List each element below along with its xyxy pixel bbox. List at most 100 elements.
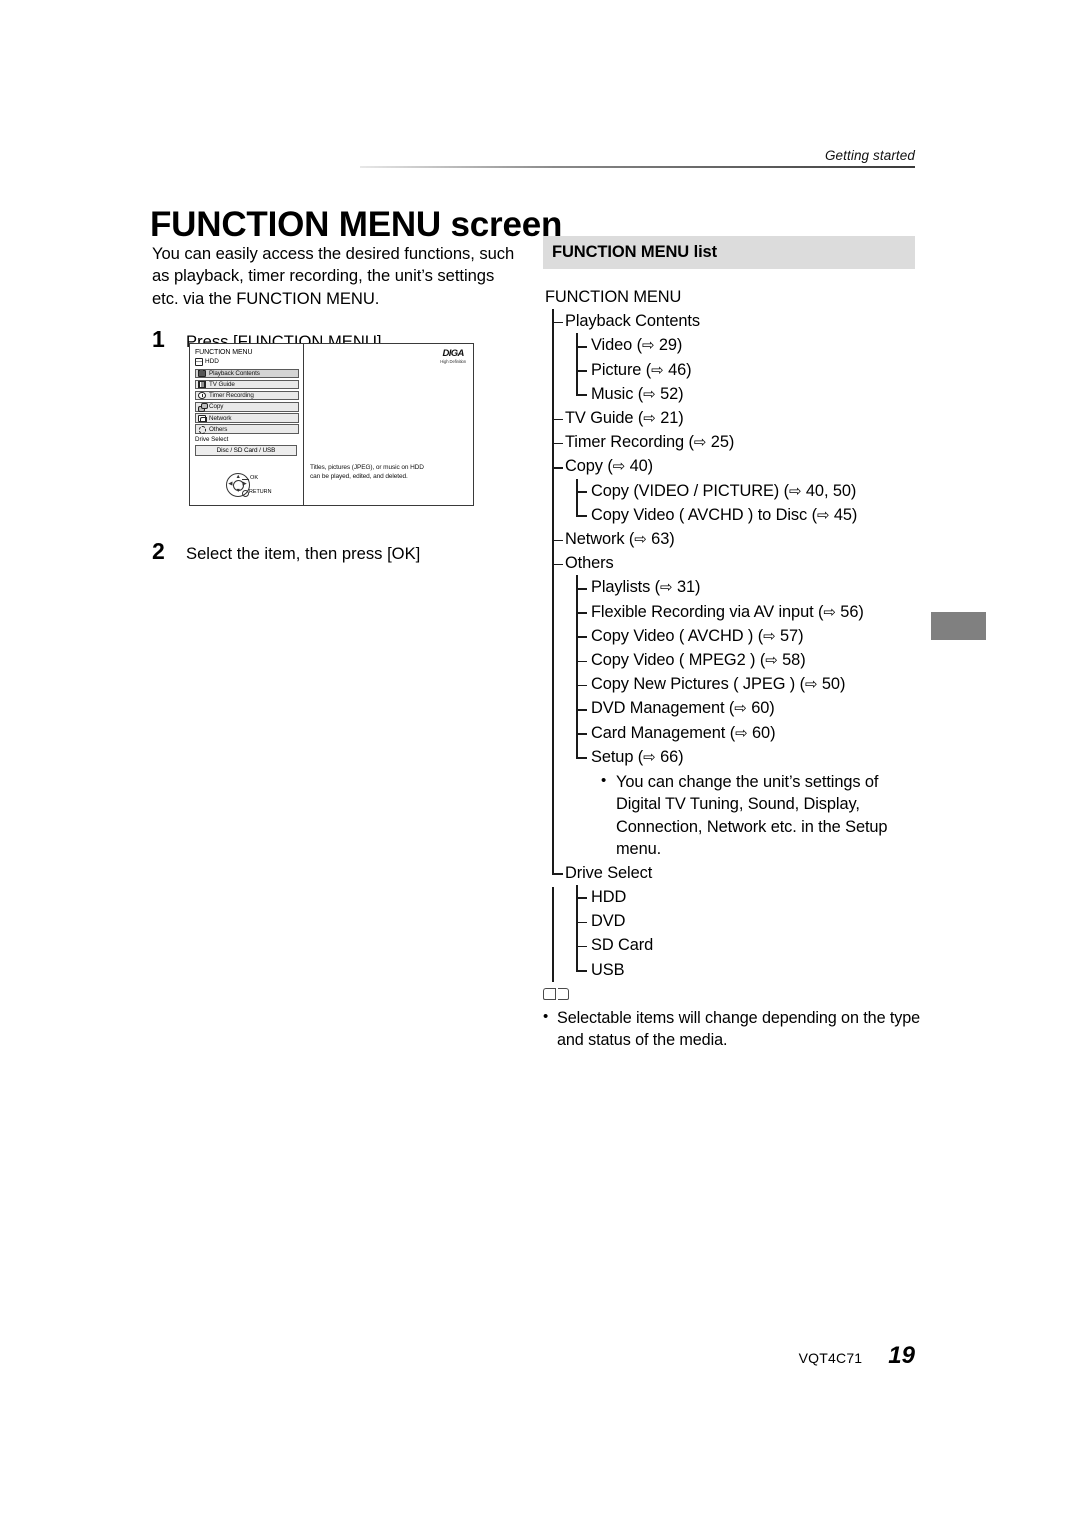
tree-node-label: Setup <box>591 747 634 766</box>
tree-node-ref: 31 <box>676 578 696 597</box>
screen-description-line-1: Titles, pictures (JPEG), or music on HDD <box>310 464 424 471</box>
tree-node-ref: 66 <box>660 747 679 766</box>
tree-node-label: Picture <box>591 360 642 379</box>
tree-node-ref: 25 <box>710 433 729 452</box>
ref-arrow-icon: ⇨ <box>788 481 802 500</box>
open-book-icon <box>543 988 569 1001</box>
screen-menu-item-network[interactable]: Network <box>195 413 299 423</box>
tree-node-copy-video-mpeg2: Copy Video ( MPEG2 ) (⇨ 58) <box>576 648 915 672</box>
step-2-text: Select the item, then press [OK] <box>186 544 421 563</box>
arrow-up-icon: ▲ <box>235 473 241 480</box>
tree-node-timer-recording: Timer Recording (⇨ 25) <box>552 430 915 454</box>
screen-menu-title: FUNCTION MENU <box>195 349 253 356</box>
left-column-step2: 2 Select the item, then press [OK] <box>152 540 522 565</box>
tree-node-label: Network <box>565 530 625 549</box>
page-number: 19 <box>888 1342 915 1369</box>
tree-node-ref: 63 <box>651 530 670 549</box>
tree-node-label: Flexible Recording via AV input <box>591 602 814 621</box>
tree-level-2-playback: Video (⇨ 29) Picture (⇨ 46) Music (⇨ 52) <box>565 333 915 409</box>
footnote-text: Selectable items will change depending o… <box>543 1006 923 1052</box>
tree-node-copy-video-avchd: Copy Video ( AVCHD ) (⇨ 57) <box>576 624 915 648</box>
tree-node-dvd: DVD <box>576 909 915 933</box>
ref-arrow-icon: ⇨ <box>765 651 778 670</box>
arrow-right-icon: ▶ <box>242 480 247 487</box>
ref-arrow-icon: ⇨ <box>735 723 748 742</box>
ref-arrow-icon: ⇨ <box>643 747 656 766</box>
tree-node-label: TV Guide <box>565 409 634 428</box>
diga-logo: DIGA High Definition <box>440 348 466 365</box>
screen-menu-item-playback-contents[interactable]: Playback Contents <box>195 368 299 379</box>
ref-arrow-icon: ⇨ <box>643 384 656 403</box>
tree-node-ref: 57 <box>780 626 799 645</box>
network-icon <box>198 414 207 422</box>
ref-arrow-icon: ⇨ <box>823 602 836 621</box>
tree-node-label: Copy Video ( MPEG2 ) <box>591 651 756 670</box>
screen-description: Titles, pictures (JPEG), or music on HDD… <box>310 463 424 481</box>
ref-arrow-icon: ⇨ <box>693 433 707 452</box>
ref-arrow-icon: ⇨ <box>612 457 626 476</box>
ref-arrow-icon: ⇨ <box>660 578 673 597</box>
tree-node-label: DVD <box>591 912 626 931</box>
tree-node-label: Copy Video ( AVCHD ) to Disc <box>591 505 808 524</box>
tree-node-ref: 46 <box>668 360 687 379</box>
ref-arrow-icon: ⇨ <box>734 699 747 718</box>
gear-icon <box>198 426 207 434</box>
tree-node-ref: 52 <box>660 384 679 403</box>
tree-node-usb: USB <box>574 958 915 984</box>
tree-level-2-others: Playlists (⇨ 31) Flexible Recording via … <box>565 575 915 772</box>
tree-node-ref: 58 <box>782 651 801 670</box>
screen-drive-select-value[interactable]: Disc / SD Card / USB <box>195 444 297 457</box>
tree-node-dvd-management: DVD Management (⇨ 60) <box>576 696 915 720</box>
tree-node-ref: 60 <box>752 723 771 742</box>
tree-node-ref: 40 <box>629 457 648 476</box>
tree-node-label: DVD Management <box>591 699 725 718</box>
ref-arrow-icon: ⇨ <box>634 530 647 549</box>
arrow-down-icon: ▼ <box>235 487 241 494</box>
screen-menu-item-label: Network <box>209 414 232 422</box>
tree-node-flexible-recording: Flexible Recording via AV input (⇨ 56) <box>576 600 915 624</box>
folder-icon <box>198 368 206 377</box>
dpad-legend: ▲ ▼ ◀ ▶ OK RETURN <box>220 470 300 504</box>
ref-arrow-icon: ⇨ <box>804 675 818 694</box>
tree-node-ref: 50 <box>821 675 840 694</box>
function-menu-tree: FUNCTION MENU Playback Contents Video (⇨… <box>543 285 915 984</box>
screen-menu-item-label: Others <box>209 425 228 433</box>
setup-note-text: You can change the unit’s settings of Di… <box>601 770 915 861</box>
tree-level-1: Playback Contents Video (⇨ 29) Picture (… <box>543 309 915 984</box>
tree-node-ref: 56 <box>840 602 859 621</box>
grid-icon <box>198 380 206 388</box>
screen-menu-item-tv-guide[interactable]: TV Guide <box>195 379 299 390</box>
tree-node-label: Copy (VIDEO / PICTURE) <box>591 481 780 500</box>
tree-node-label: Timer Recording <box>565 433 685 452</box>
tree-node-label: Copy New Pictures ( JPEG ) <box>591 675 796 694</box>
step-2-number: 2 <box>152 538 165 564</box>
tree-node-copy-new-pictures-jpeg: Copy New Pictures ( JPEG ) (⇨ 50) <box>576 672 915 696</box>
tree-node-drive-select: Drive Select <box>550 861 915 888</box>
screen-menu-item-copy[interactable]: Copy <box>195 402 299 412</box>
dpad-ok-label: OK <box>241 475 259 481</box>
copy-icon <box>198 403 208 412</box>
hdd-icon <box>195 357 203 366</box>
screen-current-drive-label: HDD <box>205 357 219 365</box>
step-2: 2 Select the item, then press [OK] <box>152 540 522 565</box>
ref-arrow-icon: ⇨ <box>641 336 655 355</box>
page-footer: VQT4C71 19 <box>600 1342 915 1370</box>
screen-menu-item-label: Playback Contents <box>209 369 260 377</box>
screen-menu-item-timer-recording[interactable]: Timer Recording <box>195 390 299 401</box>
tree-node-video: Video (⇨ 29) <box>576 333 915 357</box>
ref-arrow-icon: ⇨ <box>763 626 776 645</box>
step-1-number: 1 <box>152 326 165 353</box>
tree-node-label: HDD <box>591 887 627 906</box>
tree-node-copy-video-avchd-to-disc: Copy Video ( AVCHD ) to Disc (⇨ 45) <box>574 503 915 530</box>
diga-wordmark: DIGA <box>442 348 464 359</box>
screen-menu-item-others[interactable]: Others <box>195 424 299 435</box>
clock-icon <box>198 392 206 400</box>
tree-node-copy: Copy (⇨ 40) <box>552 454 915 478</box>
screen-menu-list: Playback Contents TV Guide Timer Recordi… <box>195 368 299 435</box>
tree-node-label: Playback Contents <box>565 312 700 331</box>
diga-subtitle: High Definition <box>440 359 466 364</box>
tree-level-2-drive-select: HDD DVD SD Card USB <box>565 884 915 984</box>
tree-node-picture: Picture (⇨ 46) <box>576 358 915 382</box>
book-spine <box>555 988 557 1000</box>
tree-level-2-copy: Copy (VIDEO / PICTURE) (⇨ 40, 50) Copy V… <box>565 478 915 530</box>
